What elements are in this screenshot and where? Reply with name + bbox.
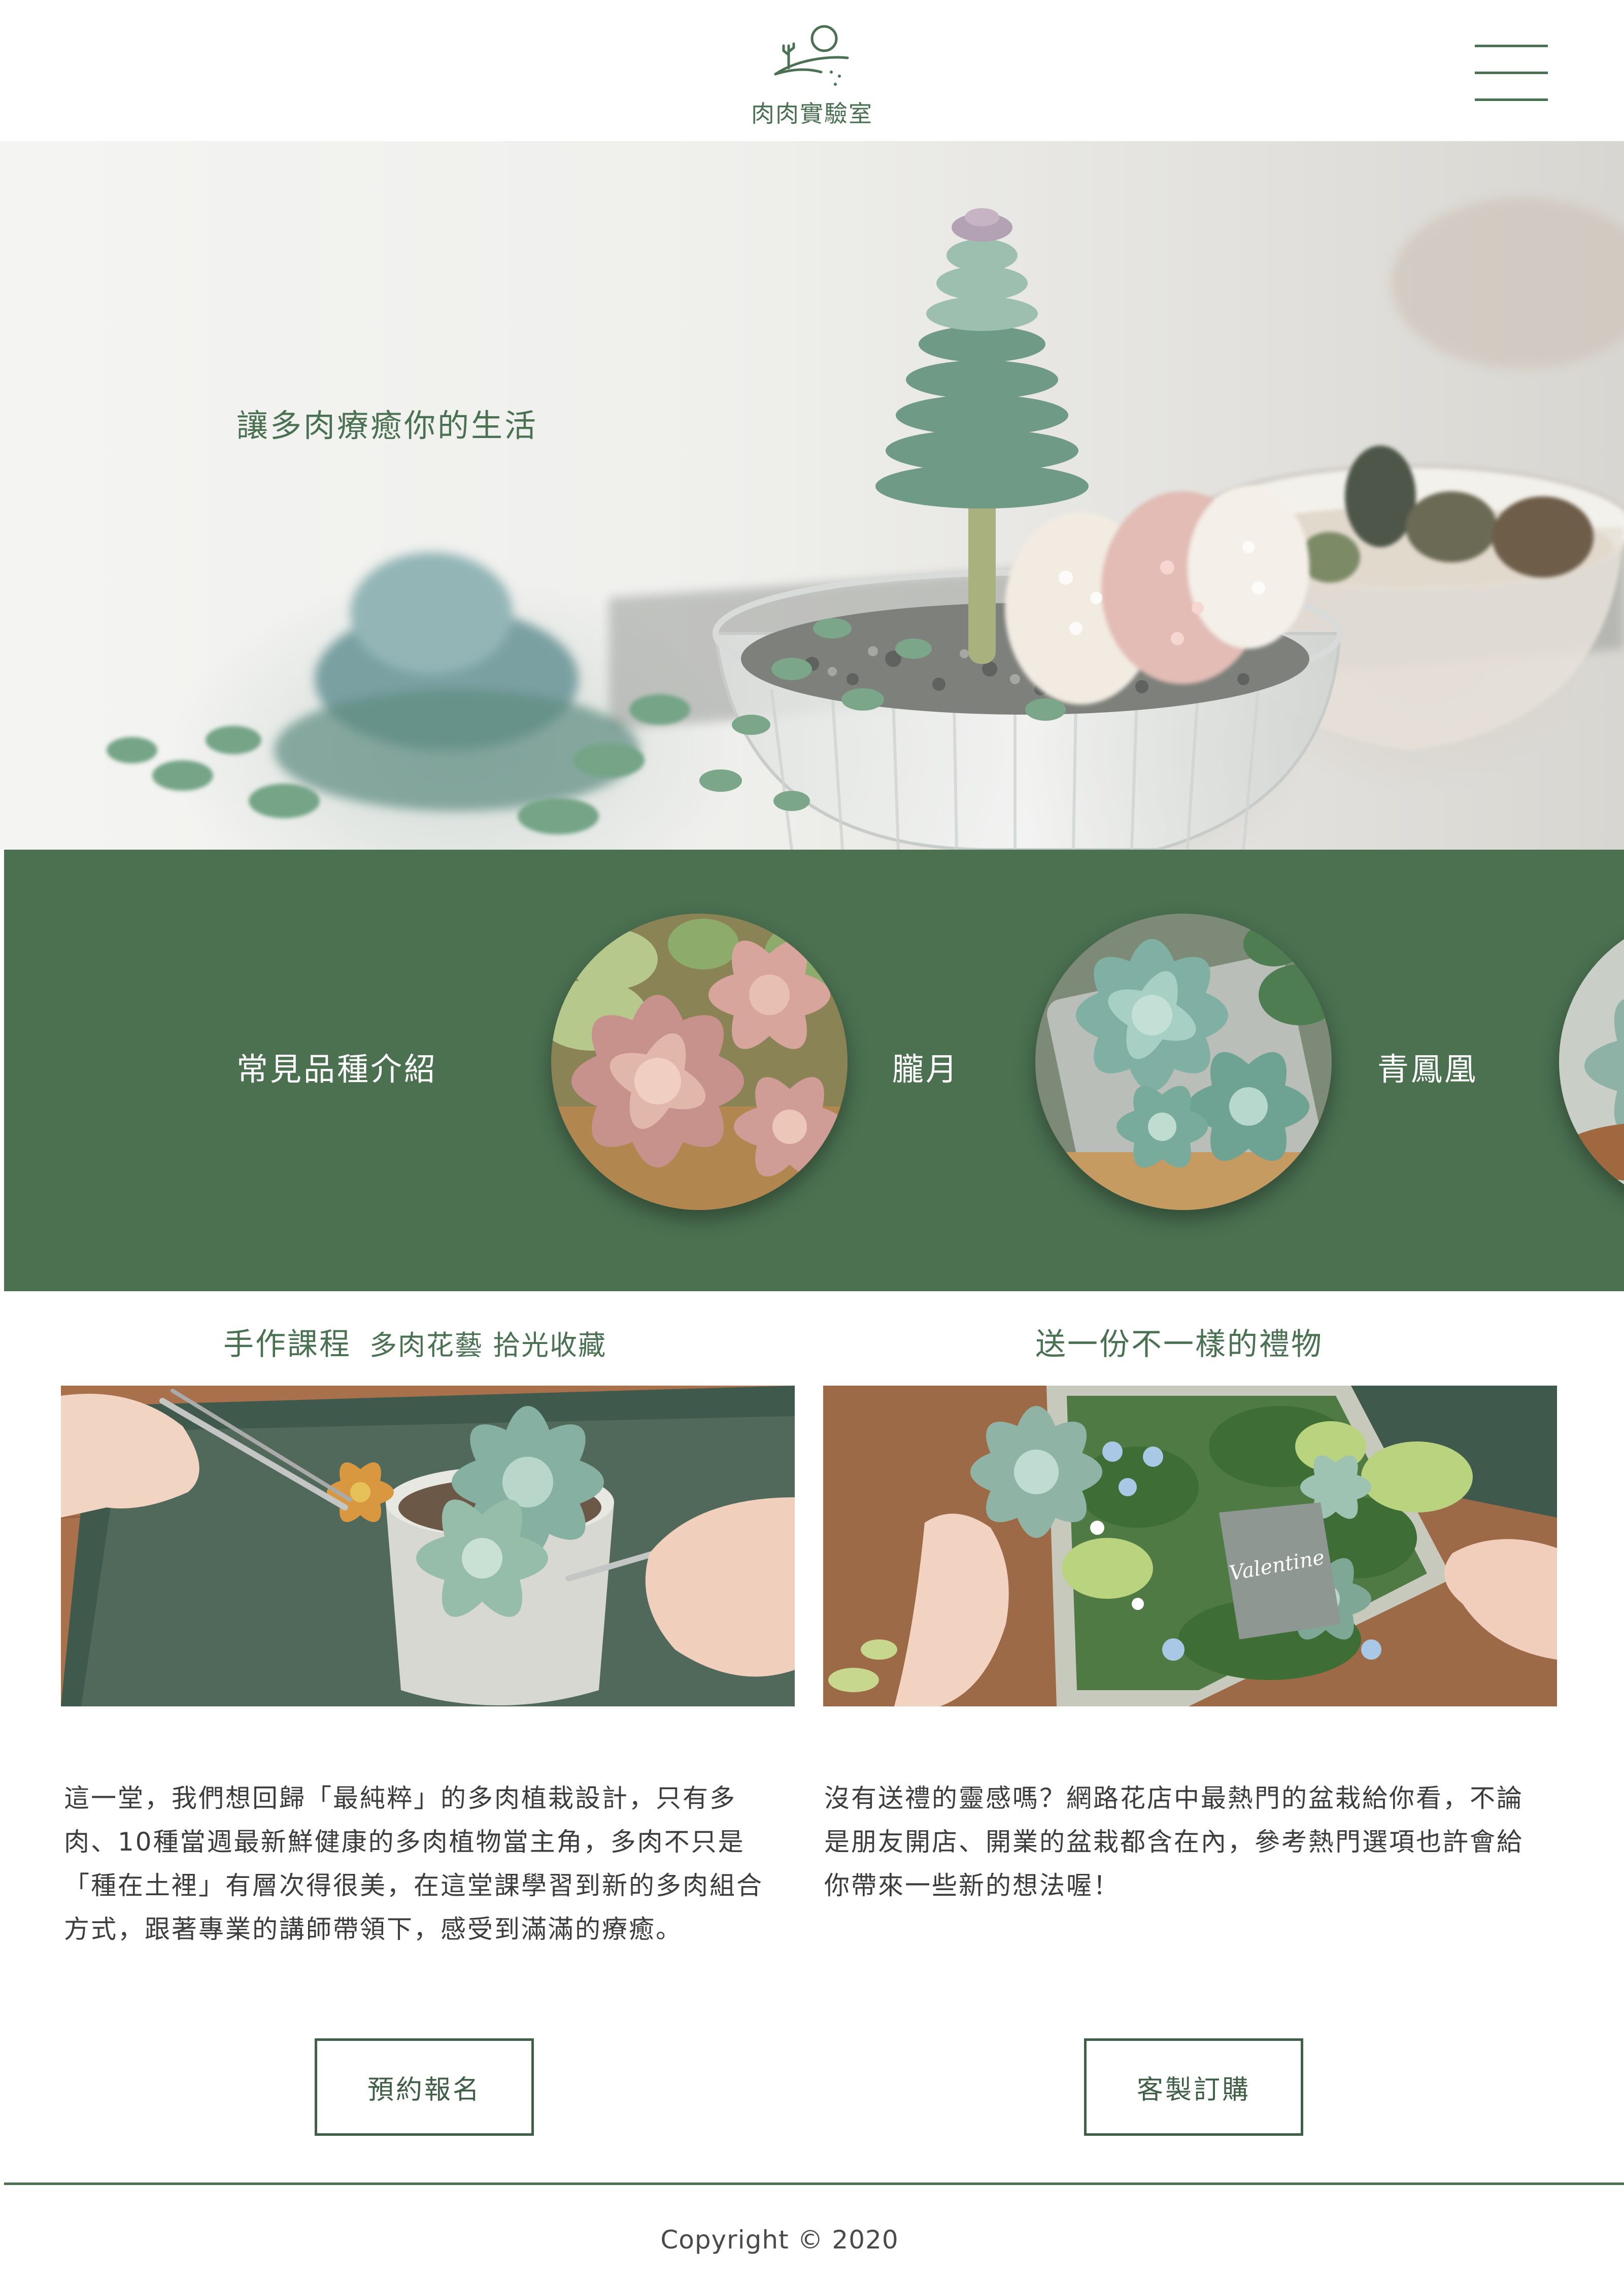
- course-title-main: 手作課程: [223, 1327, 351, 1362]
- variety-image-blue-phoenix[interactable]: [1035, 914, 1332, 1210]
- hamburger-menu-icon[interactable]: [1475, 45, 1548, 102]
- varieties-heading: 常見品種介紹: [236, 1051, 438, 1088]
- oborozuki-photo: [551, 914, 848, 1210]
- menu-bar: [1475, 72, 1548, 74]
- footer-divider: [4, 2182, 1624, 2185]
- hero-title: 讓多肉療癒你的生活: [236, 407, 538, 444]
- sun-hill-cactus-logo-icon: [774, 25, 849, 86]
- custom-order-button[interactable]: 客製訂購: [1084, 2038, 1303, 2136]
- hero-succulent-photo: [107, 197, 1624, 850]
- variety-label-blue-phoenix[interactable]: 青鳳凰: [1377, 1044, 1478, 1089]
- logo-text: 肉肉實驗室: [751, 100, 873, 127]
- variety-image-oborozuki[interactable]: [551, 914, 848, 1210]
- menu-bar: [1475, 98, 1548, 101]
- variety-label-oborozuki[interactable]: 朧月: [892, 1044, 959, 1089]
- book-course-button[interactable]: 預約報名: [315, 2038, 534, 2136]
- footer-copyright: Copyright © 2020: [660, 2225, 899, 2255]
- site-header: 肉肉實驗室: [0, 0, 1624, 141]
- gift-description: 沒有送禮的靈感嗎？網路花店中最熱門的盆栽給你看，不論是朋友開店、開業的盆栽都含在…: [824, 1784, 1524, 1900]
- next-variety-photo: [1559, 914, 1624, 1210]
- workshop-photo: [61, 1386, 795, 1706]
- gift-box-photo: Valentine: [823, 1386, 1557, 1706]
- blue-phoenix-photo: [1035, 914, 1332, 1210]
- gift-title: 送一份不一樣的禮物: [1035, 1327, 1323, 1362]
- menu-bar: [1475, 45, 1548, 47]
- course-title: 手作課程 多肉花藝 拾光收藏: [223, 1320, 606, 1364]
- course-image: [61, 1386, 795, 1706]
- varieties-section: 常見品種介紹 朧月 青鳳凰: [4, 850, 1624, 1291]
- site-logo[interactable]: 肉肉實驗室: [731, 19, 893, 131]
- hero-banner: 讓多肉療癒你的生活: [0, 141, 1624, 850]
- course-subtitle: 多肉花藝 拾光收藏: [369, 1329, 607, 1361]
- course-description: 這一堂，我們想回歸「最純粹」的多肉植栽設計，只有多肉、10種當週最新鮮健康的多肉…: [64, 1784, 763, 1944]
- variety-image-next[interactable]: [1559, 914, 1624, 1210]
- gift-image: Valentine: [823, 1386, 1557, 1706]
